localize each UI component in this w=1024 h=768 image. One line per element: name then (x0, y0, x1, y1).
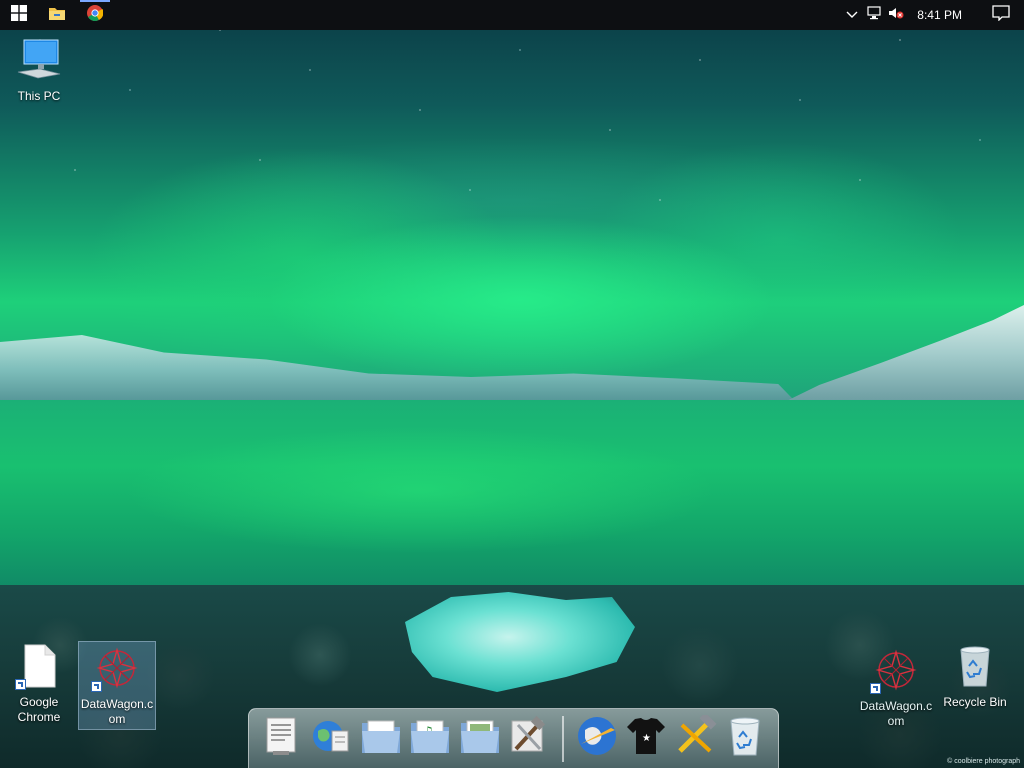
desktop-icon-recycle-bin[interactable]: Recycle Bin (937, 644, 1013, 710)
desktop-icon-datawagon-selected[interactable]: DataWagon.com (78, 641, 156, 730)
wallpaper-stars (0, 0, 1024, 300)
action-center-button[interactable] (978, 0, 1024, 30)
chevron-up-icon (846, 6, 858, 24)
taskbar-file-explorer[interactable] (38, 0, 76, 30)
dock-text-editor[interactable] (259, 714, 305, 764)
recycle-bin-icon (955, 646, 995, 691)
dock-separator (562, 715, 564, 762)
datawagon-icon (91, 646, 139, 694)
taskbar-chrome[interactable] (76, 0, 114, 30)
shortcut-arrow-icon (15, 679, 26, 690)
volume-button[interactable] (885, 0, 907, 30)
folder-icon (360, 717, 402, 760)
clock[interactable]: 8:41 PM (907, 8, 978, 22)
desktop-icon-label: Recycle Bin (943, 695, 1007, 709)
desktop-icon-label: Google Chrome (17, 695, 61, 724)
desktop-icon-label: This PC (17, 89, 61, 103)
hammer-wrench-icon (674, 712, 718, 762)
chrome-icon (87, 4, 104, 26)
taskbar: 8:41 PM (0, 0, 1024, 30)
desktop-icon-label: DataWagon.com (80, 697, 154, 726)
t-shirt-icon: ★ (625, 715, 667, 762)
application-dock: ♫ (248, 708, 779, 768)
dock-web-browser[interactable] (574, 714, 620, 764)
shortcut-arrow-icon (870, 683, 881, 694)
network-button[interactable] (863, 0, 885, 30)
dock-recycle-bin[interactable] (722, 714, 768, 764)
wallpaper-credit: © coolbiere photograph (947, 758, 1020, 765)
desktop-icon-this-pc[interactable]: This PC (1, 38, 77, 104)
volume-muted-icon (888, 6, 904, 25)
action-center-icon (992, 4, 1010, 26)
svg-text:★: ★ (642, 733, 651, 744)
globe-document-icon (310, 715, 352, 762)
desktop-icon-google-chrome[interactable]: Google Chrome (1, 644, 77, 725)
dock-globe-document[interactable] (309, 714, 355, 764)
desktop-icon-datawagon[interactable]: DataWagon.com (858, 648, 934, 729)
windows-logo-icon (11, 4, 27, 26)
datawagon-icon (870, 648, 918, 696)
dock-hammer-wrench[interactable] (673, 712, 719, 764)
dock-documents-folder[interactable] (358, 714, 404, 764)
desktop[interactable]: © coolbiere photograph 8:41 PM This PC G… (0, 0, 1024, 768)
network-icon (866, 5, 882, 25)
computer-icon (16, 39, 62, 85)
system-tray: 8:41 PM (841, 0, 1024, 30)
dock-music-folder[interactable]: ♫ (408, 714, 454, 764)
tools-icon (508, 715, 550, 762)
dock-t-shirt[interactable]: ★ (623, 714, 669, 764)
text-editor-icon (263, 715, 301, 762)
blank-document-icon (15, 644, 57, 692)
dock-pictures-folder[interactable] (457, 714, 503, 764)
web-browser-icon (575, 714, 619, 763)
recycle-bin-icon (726, 715, 764, 762)
dock-tools[interactable] (507, 714, 553, 764)
start-button[interactable] (0, 0, 38, 30)
show-hidden-icons-button[interactable] (841, 0, 863, 30)
music-folder-icon: ♫ (409, 717, 451, 760)
file-explorer-icon (48, 5, 66, 26)
shortcut-arrow-icon (91, 681, 102, 692)
desktop-icon-label: DataWagon.com (859, 699, 933, 728)
pictures-folder-icon (459, 717, 501, 760)
